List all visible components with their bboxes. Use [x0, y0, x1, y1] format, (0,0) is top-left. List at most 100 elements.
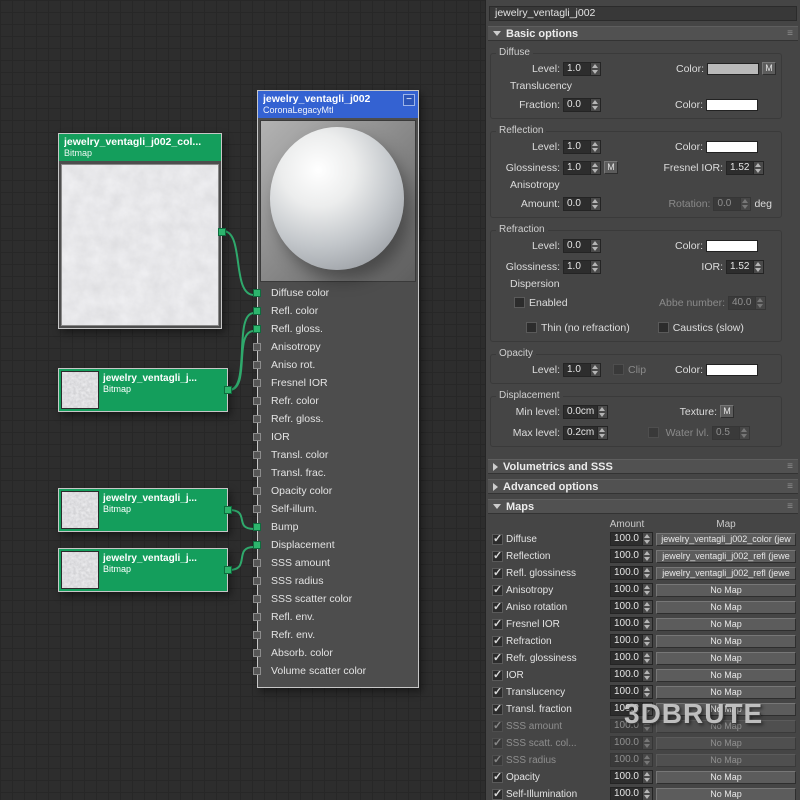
displacement-texture-button[interactable]: M	[720, 405, 734, 418]
material-slot-sss-amount[interactable]: SSS amount	[258, 554, 418, 572]
map-amount-spinner[interactable]: 100.0	[610, 787, 653, 800]
map-enable-checkbox[interactable]	[492, 653, 503, 664]
spinner-value[interactable]: 0.0	[714, 198, 740, 210]
map-button[interactable]: No Map	[656, 618, 796, 631]
map-button[interactable]: No Map	[656, 669, 796, 682]
spinner-down-icon[interactable]	[643, 624, 652, 630]
spinner-down-icon[interactable]	[643, 590, 652, 596]
spinner-value[interactable]: 1.52	[727, 162, 753, 174]
connection-wire[interactable]	[229, 313, 254, 390]
material-slot-bump[interactable]: Bump	[258, 518, 418, 536]
material-name-field[interactable]: jewelry_ventagli_j002	[489, 6, 797, 21]
material-slot-refr-env[interactable]: Refr. env.	[258, 626, 418, 644]
material-slot-displacement[interactable]: Displacement	[258, 536, 418, 554]
node-canvas[interactable]: jewelry_ventagli_j002_col... Bitmap jewe…	[0, 0, 485, 800]
spinner-down-icon[interactable]	[591, 267, 600, 273]
texture-preview[interactable]	[61, 164, 219, 326]
map-amount-spinner[interactable]: 100.0	[610, 753, 653, 767]
spinner-down-icon[interactable]	[643, 760, 652, 766]
input-socket[interactable]	[253, 523, 261, 531]
spinner-down-icon[interactable]	[591, 147, 600, 153]
refraction-level-spinner[interactable]: 0.0	[563, 239, 601, 253]
spinner-down-icon[interactable]	[643, 675, 652, 681]
map-button[interactable]: jewelry_ventagli_j002_refl (jewe	[656, 567, 796, 580]
input-socket[interactable]	[253, 667, 261, 675]
input-socket[interactable]	[253, 289, 261, 297]
map-enable-checkbox[interactable]	[492, 738, 503, 749]
rollout-volumetrics[interactable]: Volumetrics and SSS ≡	[488, 459, 798, 474]
input-socket[interactable]	[253, 559, 261, 567]
input-socket[interactable]	[253, 307, 261, 315]
texture-preview[interactable]	[61, 371, 99, 409]
input-socket[interactable]	[253, 433, 261, 441]
material-slot-ior[interactable]: IOR	[258, 428, 418, 446]
spinner-down-icon[interactable]	[598, 412, 607, 418]
map-button[interactable]: No Map	[656, 771, 796, 784]
map-button[interactable]: No Map	[656, 635, 796, 648]
input-socket[interactable]	[253, 451, 261, 459]
map-amount-spinner[interactable]: 100.0	[610, 634, 653, 648]
spinner-value[interactable]: 100.0	[611, 635, 642, 647]
input-socket[interactable]	[253, 487, 261, 495]
output-socket[interactable]	[224, 566, 232, 574]
map-enable-checkbox[interactable]	[492, 551, 503, 562]
material-slot-anisotropy[interactable]: Anisotropy	[258, 338, 418, 356]
map-enable-checkbox[interactable]	[492, 636, 503, 647]
spinner-down-icon[interactable]	[643, 573, 652, 579]
spinner-down-icon[interactable]	[756, 303, 765, 309]
map-button[interactable]: jewelry_ventagli_j002_color (jew	[656, 533, 796, 546]
ior-spinner[interactable]: 1.52	[726, 260, 764, 274]
map-enable-checkbox[interactable]	[492, 534, 503, 545]
spinner-value[interactable]: 1.0	[564, 63, 590, 75]
map-amount-spinner[interactable]: 100.0	[610, 685, 653, 699]
material-slot-transl-color[interactable]: Transl. color	[258, 446, 418, 464]
material-sphere-preview[interactable]	[260, 120, 416, 282]
abbe-number-spinner[interactable]: 40.0	[728, 296, 766, 310]
dispersion-enabled-checkbox[interactable]	[514, 297, 525, 308]
input-socket[interactable]	[253, 325, 261, 333]
material-slot-refr-color[interactable]: Refr. color	[258, 392, 418, 410]
spinner-value[interactable]: 100.0	[611, 652, 642, 664]
material-slot-refl-gloss[interactable]: Refl. gloss.	[258, 320, 418, 338]
water-level-checkbox[interactable]	[648, 427, 659, 438]
input-socket[interactable]	[253, 613, 261, 621]
input-socket[interactable]	[253, 541, 261, 549]
map-amount-spinner[interactable]: 100.0	[610, 549, 653, 563]
output-socket[interactable]	[218, 228, 226, 236]
reflection-color-swatch[interactable]	[706, 141, 758, 153]
diffuse-map-button[interactable]: M	[762, 62, 776, 75]
input-socket[interactable]	[253, 469, 261, 477]
material-slot-fresnel-ior[interactable]: Fresnel IOR	[258, 374, 418, 392]
spinner-value[interactable]: 100.0	[611, 550, 642, 562]
spinner-value[interactable]: 100.0	[611, 618, 642, 630]
bitmap-node-displacement[interactable]: jewelry_ventagli_j... Bitmap	[58, 548, 228, 592]
spinner-down-icon[interactable]	[591, 168, 600, 174]
input-socket[interactable]	[253, 415, 261, 423]
diffuse-color-swatch[interactable]	[707, 63, 759, 75]
spinner-value[interactable]: 1.0	[564, 141, 590, 153]
node-header[interactable]: jewelry_ventagli_j002 CoronaLegacyMtl −	[258, 91, 418, 118]
texture-preview[interactable]	[61, 491, 99, 529]
input-socket[interactable]	[253, 343, 261, 351]
map-amount-spinner[interactable]: 100.0	[610, 600, 653, 614]
material-slot-transl-frac[interactable]: Transl. frac.	[258, 464, 418, 482]
spinner-value[interactable]: 100.0	[611, 686, 642, 698]
map-enable-checkbox[interactable]	[492, 755, 503, 766]
reflection-level-spinner[interactable]: 1.0	[563, 140, 601, 154]
material-slot-aniso-rot[interactable]: Aniso rot.	[258, 356, 418, 374]
connection-wire[interactable]	[229, 331, 254, 390]
map-amount-spinner[interactable]: 100.0	[610, 617, 653, 631]
opacity-color-swatch[interactable]	[706, 364, 758, 376]
material-slot-sss-scatter-color[interactable]: SSS scatter color	[258, 590, 418, 608]
map-amount-spinner[interactable]: 100.0	[610, 736, 653, 750]
map-button[interactable]: No Map	[656, 737, 796, 750]
spinner-down-icon[interactable]	[741, 204, 750, 210]
max-level-spinner[interactable]: 0.2cm	[563, 426, 608, 440]
spinner-down-icon[interactable]	[643, 556, 652, 562]
material-slot-opacity-color[interactable]: Opacity color	[258, 482, 418, 500]
spinner-down-icon[interactable]	[591, 204, 600, 210]
map-enable-checkbox[interactable]	[492, 789, 503, 800]
spinner-down-icon[interactable]	[591, 370, 600, 376]
material-slot-refl-color[interactable]: Refl. color	[258, 302, 418, 320]
clip-checkbox[interactable]	[613, 364, 624, 375]
